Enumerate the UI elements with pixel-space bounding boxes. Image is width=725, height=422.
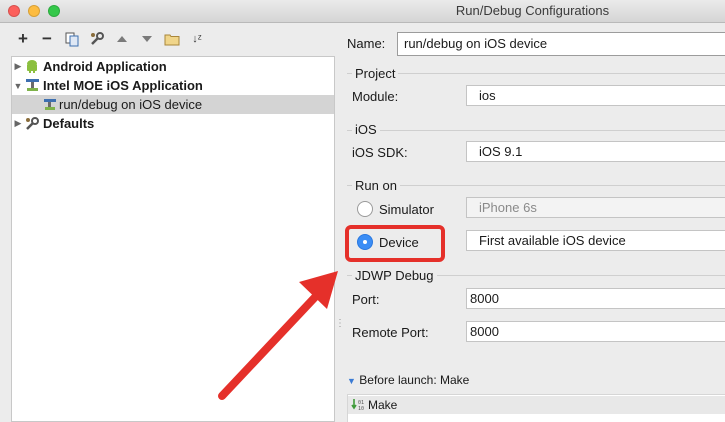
make-icon: 01 10 <box>351 398 365 412</box>
folder-icon <box>164 34 180 45</box>
minimize-window-button[interactable] <box>28 5 40 17</box>
sort-button[interactable]: ↓ᶻ <box>188 30 206 48</box>
copy-icon <box>65 32 79 46</box>
jdwp-debug-group-title: JDWP Debug <box>352 268 437 283</box>
wrench-icon <box>24 116 40 132</box>
move-up-button[interactable] <box>113 30 131 48</box>
before-launch-header[interactable]: ▼ Before launch: Make <box>347 373 469 387</box>
add-config-button[interactable]: + <box>14 29 32 48</box>
simulator-radio[interactable] <box>357 201 373 217</box>
moe-app-icon <box>24 78 40 94</box>
before-launch-list: 01 10 Make <box>347 394 725 422</box>
moe-config-icon <box>42 97 58 113</box>
port-label: Port: <box>352 292 380 307</box>
remote-port-field[interactable]: 8000 <box>466 321 725 342</box>
before-launch-title: Before launch: Make <box>359 373 470 387</box>
make-label: Make <box>368 398 398 412</box>
tree-item-label: Defaults <box>43 116 95 131</box>
port-field[interactable]: 8000 <box>466 288 725 309</box>
name-field[interactable]: run/debug on iOS device <box>397 32 725 56</box>
ios-group-title: iOS <box>352 122 380 137</box>
tree-item-label: Android Application <box>43 59 167 74</box>
before-launch-item-make[interactable]: 01 10 Make <box>348 396 725 414</box>
run-on-group <box>347 185 725 186</box>
tree-item-label: run/debug on iOS device <box>59 97 203 112</box>
project-group-title: Project <box>352 66 399 81</box>
expand-arrow-icon[interactable]: ▶ <box>12 61 24 72</box>
expand-arrow-icon[interactable]: ▶ <box>12 118 24 129</box>
tree-item-intel-moe-ios-application[interactable]: ▼ Intel MOE iOS Application <box>12 76 334 95</box>
name-label: Name: <box>347 36 386 51</box>
zoom-window-button[interactable] <box>48 5 60 17</box>
android-icon <box>24 59 40 75</box>
svg-text:10: 10 <box>358 406 364 412</box>
wrench-icon <box>91 32 104 45</box>
config-toolbar: + − ↓ᶻ <box>0 22 335 56</box>
highlight-box <box>345 225 445 262</box>
tree-item-run-debug-on-ios-device[interactable]: run/debug on iOS device <box>12 95 334 114</box>
config-tree: ▶ Android Application ▼ Intel MOE iOS Ap… <box>11 56 335 422</box>
collapse-arrow-icon[interactable]: ▼ <box>12 81 24 91</box>
triangle-down-icon <box>142 36 152 42</box>
title-bar: Run/Debug Configurations <box>0 0 725 23</box>
tree-item-defaults[interactable]: ▶ Defaults <box>12 114 334 133</box>
edit-defaults-button[interactable] <box>88 30 106 48</box>
ios-sdk-label: iOS SDK: <box>352 145 408 160</box>
collapse-triangle-icon: ▼ <box>347 376 356 386</box>
ios-group <box>347 130 725 131</box>
move-down-button[interactable] <box>138 30 156 48</box>
copy-config-button[interactable] <box>63 30 81 48</box>
remove-config-button[interactable]: − <box>38 29 56 48</box>
module-label: Module: <box>352 89 399 104</box>
tree-item-label: Intel MOE iOS Application <box>43 78 203 93</box>
tree-item-android-application[interactable]: ▶ Android Application <box>12 57 334 76</box>
triangle-up-icon <box>117 36 127 42</box>
device-select[interactable]: First available iOS device <box>466 230 725 251</box>
simulator-label[interactable]: Simulator <box>379 202 434 217</box>
remote-port-label: Remote Port: <box>352 325 429 340</box>
run-on-group-title: Run on <box>352 178 400 193</box>
close-window-button[interactable] <box>8 5 20 17</box>
module-select[interactable]: ios <box>466 85 725 106</box>
folder-button[interactable] <box>163 30 181 48</box>
simulator-select: iPhone 6s <box>466 197 725 218</box>
ios-sdk-select[interactable]: iOS 9.1 <box>466 141 725 162</box>
splitter-handle[interactable]: ⋮ <box>335 319 345 336</box>
window-title: Run/Debug Configurations <box>455 3 610 18</box>
